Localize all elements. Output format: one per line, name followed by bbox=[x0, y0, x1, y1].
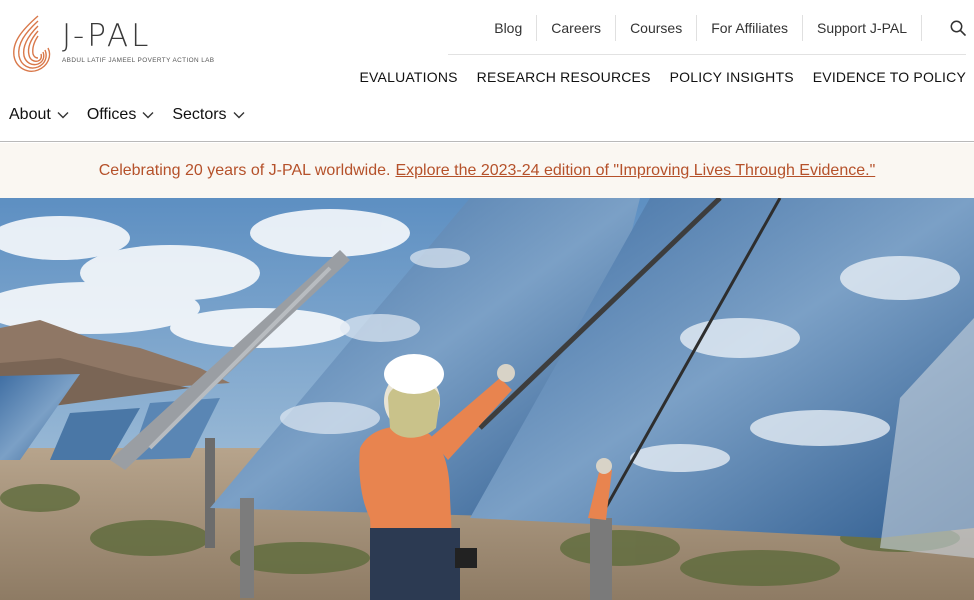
util-link-blog[interactable]: Blog bbox=[494, 15, 538, 41]
chevron-down-icon bbox=[57, 112, 69, 119]
util-link-for-affiliates[interactable]: For Affiliates bbox=[697, 15, 803, 41]
main-nav: EVALUATIONS RESEARCH RESOURCES POLICY IN… bbox=[360, 68, 966, 86]
hero-image bbox=[0, 198, 974, 600]
main-nav-policy-insights[interactable]: POLICY INSIGHTS bbox=[670, 68, 794, 86]
util-link-careers[interactable]: Careers bbox=[537, 15, 617, 41]
header-divider bbox=[448, 54, 966, 55]
section-nav-label: Sectors bbox=[172, 106, 227, 123]
section-nav-about[interactable]: About bbox=[9, 104, 69, 126]
logo-name: J-PAL bbox=[62, 18, 152, 54]
main-nav-evidence-to-policy[interactable]: EVIDENCE TO POLICY bbox=[813, 68, 966, 86]
banner-link[interactable]: Explore the 2023-24 edition of "Improvin… bbox=[395, 162, 875, 180]
main-nav-research-resources[interactable]: RESEARCH RESOURCES bbox=[477, 68, 651, 86]
jpal-logo-mark-icon bbox=[13, 15, 51, 72]
search-icon bbox=[950, 20, 966, 36]
util-link-support[interactable]: Support J-PAL bbox=[803, 15, 922, 41]
logo-tagline: ABDUL LATIF JAMEEL POVERTY ACTION LAB bbox=[62, 57, 215, 64]
section-nav-label: About bbox=[9, 106, 51, 123]
chevron-down-icon bbox=[142, 112, 154, 119]
search-button[interactable] bbox=[922, 15, 966, 41]
utility-nav: Blog Careers Courses For Affiliates Supp… bbox=[494, 15, 966, 41]
logo-text: J-PAL ABDUL LATIF JAMEEL POVERTY ACTION … bbox=[62, 18, 214, 64]
jpal-logo[interactable]: J-PAL ABDUL LATIF JAMEEL POVERTY ACTION … bbox=[8, 12, 214, 76]
solar-mirror-worker-photo bbox=[0, 198, 974, 600]
announcement-banner: Celebrating 20 years of J-PAL worldwide.… bbox=[0, 143, 974, 198]
section-nav: About Offices Sectors bbox=[9, 104, 245, 126]
chevron-down-icon bbox=[233, 112, 245, 119]
main-nav-evaluations[interactable]: EVALUATIONS bbox=[360, 68, 458, 86]
section-nav-offices[interactable]: Offices bbox=[87, 104, 155, 126]
site-header: J-PAL ABDUL LATIF JAMEEL POVERTY ACTION … bbox=[0, 0, 974, 142]
util-link-courses[interactable]: Courses bbox=[616, 15, 698, 41]
section-nav-sectors[interactable]: Sectors bbox=[172, 104, 245, 126]
banner-text: Celebrating 20 years of J-PAL worldwide. bbox=[98, 161, 391, 179]
section-nav-label: Offices bbox=[86, 106, 137, 123]
